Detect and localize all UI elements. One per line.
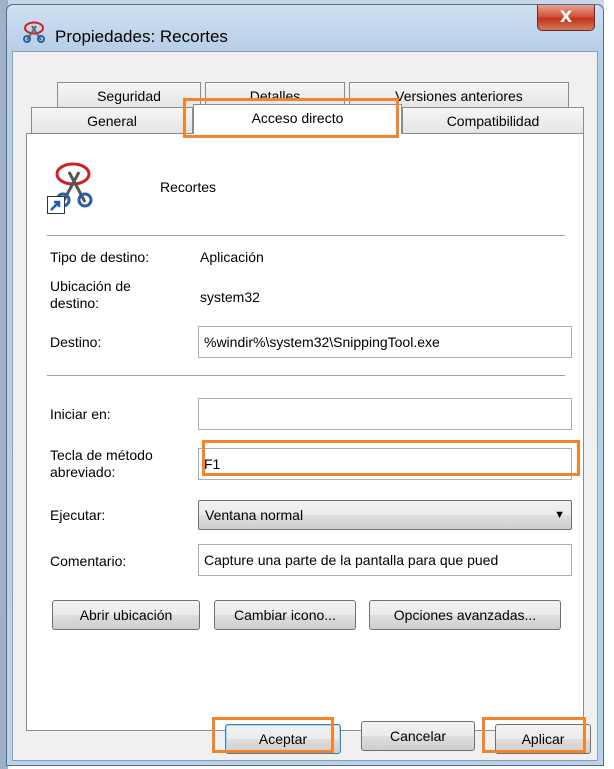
window-title: Propiedades: Recortes bbox=[55, 27, 228, 46]
target-location-label: Ubicación de destino: bbox=[50, 278, 131, 311]
comment-label: Comentario: bbox=[50, 553, 127, 569]
close-button[interactable]: X bbox=[537, 5, 595, 31]
title-bar[interactable]: Propiedades: Recortes X bbox=[7, 5, 603, 51]
comment-input[interactable]: Capture una parte de la pantalla para qu… bbox=[198, 544, 572, 576]
tab-panel-acceso-directo: Recortes Tipo de destino: Aplicación Ubi… bbox=[26, 133, 584, 731]
target-input[interactable]: %windir%\system32\SnippingTool.exe bbox=[198, 326, 572, 358]
start-in-input[interactable] bbox=[198, 398, 572, 430]
chevron-down-icon: ▼ bbox=[554, 509, 565, 521]
change-icon-button[interactable]: Cambiar icono... bbox=[214, 600, 356, 630]
desktop-background-right bbox=[604, 0, 614, 769]
shortcut-arrow-icon bbox=[47, 196, 65, 214]
tab-general[interactable]: General bbox=[31, 107, 193, 133]
advanced-options-button[interactable]: Opciones avanzadas... bbox=[369, 600, 561, 630]
ok-button[interactable]: Aceptar bbox=[225, 724, 341, 754]
tab-seguridad[interactable]: Seguridad bbox=[57, 82, 201, 108]
run-select[interactable]: Ventana normal ▼ bbox=[198, 500, 572, 530]
shortcut-name: Recortes bbox=[160, 179, 217, 195]
target-location-value: system32 bbox=[200, 289, 260, 305]
dialog-client-area: Seguridad Detalles Versiones anteriores … bbox=[12, 51, 598, 761]
tab-acceso-directo[interactable]: Acceso directo bbox=[193, 104, 402, 134]
scissors-icon bbox=[23, 21, 45, 43]
cancel-button[interactable]: Cancelar bbox=[361, 721, 475, 751]
start-in-label: Iniciar en: bbox=[50, 406, 111, 422]
open-location-button[interactable]: Abrir ubicación bbox=[52, 600, 200, 630]
hotkey-label: Tecla de método abreviado: bbox=[50, 447, 153, 480]
target-type-value: Aplicación bbox=[200, 249, 264, 265]
run-label: Ejecutar: bbox=[50, 507, 106, 523]
properties-dialog: Propiedades: Recortes X Seguridad Detall… bbox=[6, 4, 604, 766]
target-label: Destino: bbox=[50, 334, 102, 350]
run-select-value: Ventana normal bbox=[205, 507, 304, 523]
separator bbox=[47, 375, 565, 376]
hotkey-input[interactable]: F1 bbox=[198, 448, 572, 480]
tab-compatibilidad[interactable]: Compatibilidad bbox=[402, 107, 584, 133]
apply-button[interactable]: Aplicar bbox=[495, 724, 591, 754]
target-type-label: Tipo de destino: bbox=[50, 249, 150, 265]
separator bbox=[47, 235, 565, 236]
